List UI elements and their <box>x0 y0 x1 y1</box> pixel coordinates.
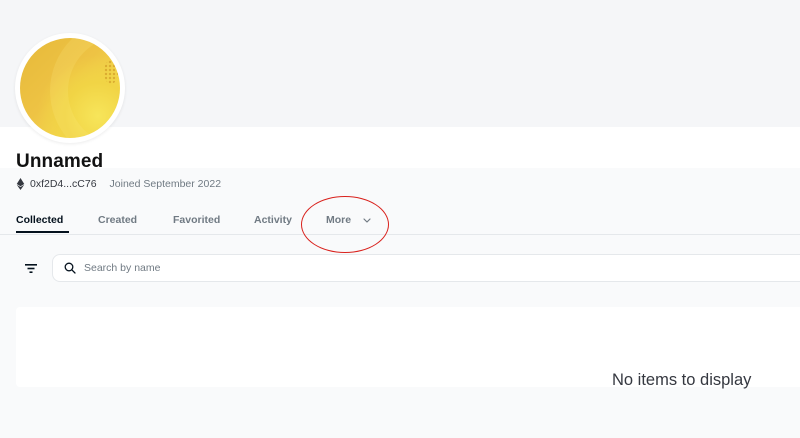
chevron-down-icon <box>363 218 371 223</box>
filter-button[interactable] <box>20 258 42 278</box>
avatar-ring <box>15 33 125 143</box>
tab-more-label: More <box>326 214 352 226</box>
avatar-pattern <box>50 38 120 138</box>
ethereum-icon <box>16 178 25 190</box>
avatar-dots <box>104 60 118 84</box>
profile-meta: 0xf2D4...cC76 Joined September 2022 <box>16 178 221 190</box>
tab-collected[interactable]: Collected <box>16 214 63 226</box>
joined-date: Joined September 2022 <box>109 178 222 190</box>
wallet-address[interactable]: 0xf2D4...cC76 <box>30 178 97 190</box>
profile-name: Unnamed <box>16 151 104 172</box>
tab-created[interactable]: Created <box>98 214 137 226</box>
profile-tabs: Collected Created Favorited Activity Mor… <box>0 204 800 235</box>
filter-icon <box>25 263 37 273</box>
empty-state-message: No items to display <box>612 371 752 389</box>
active-tab-indicator <box>16 231 69 233</box>
avatar[interactable] <box>20 38 120 138</box>
tab-more[interactable]: More <box>326 214 371 226</box>
search-input[interactable] <box>82 261 686 275</box>
tab-favorited[interactable]: Favorited <box>173 214 220 226</box>
search-icon <box>64 262 76 274</box>
search-bar <box>52 254 800 282</box>
tab-activity[interactable]: Activity <box>254 214 292 226</box>
